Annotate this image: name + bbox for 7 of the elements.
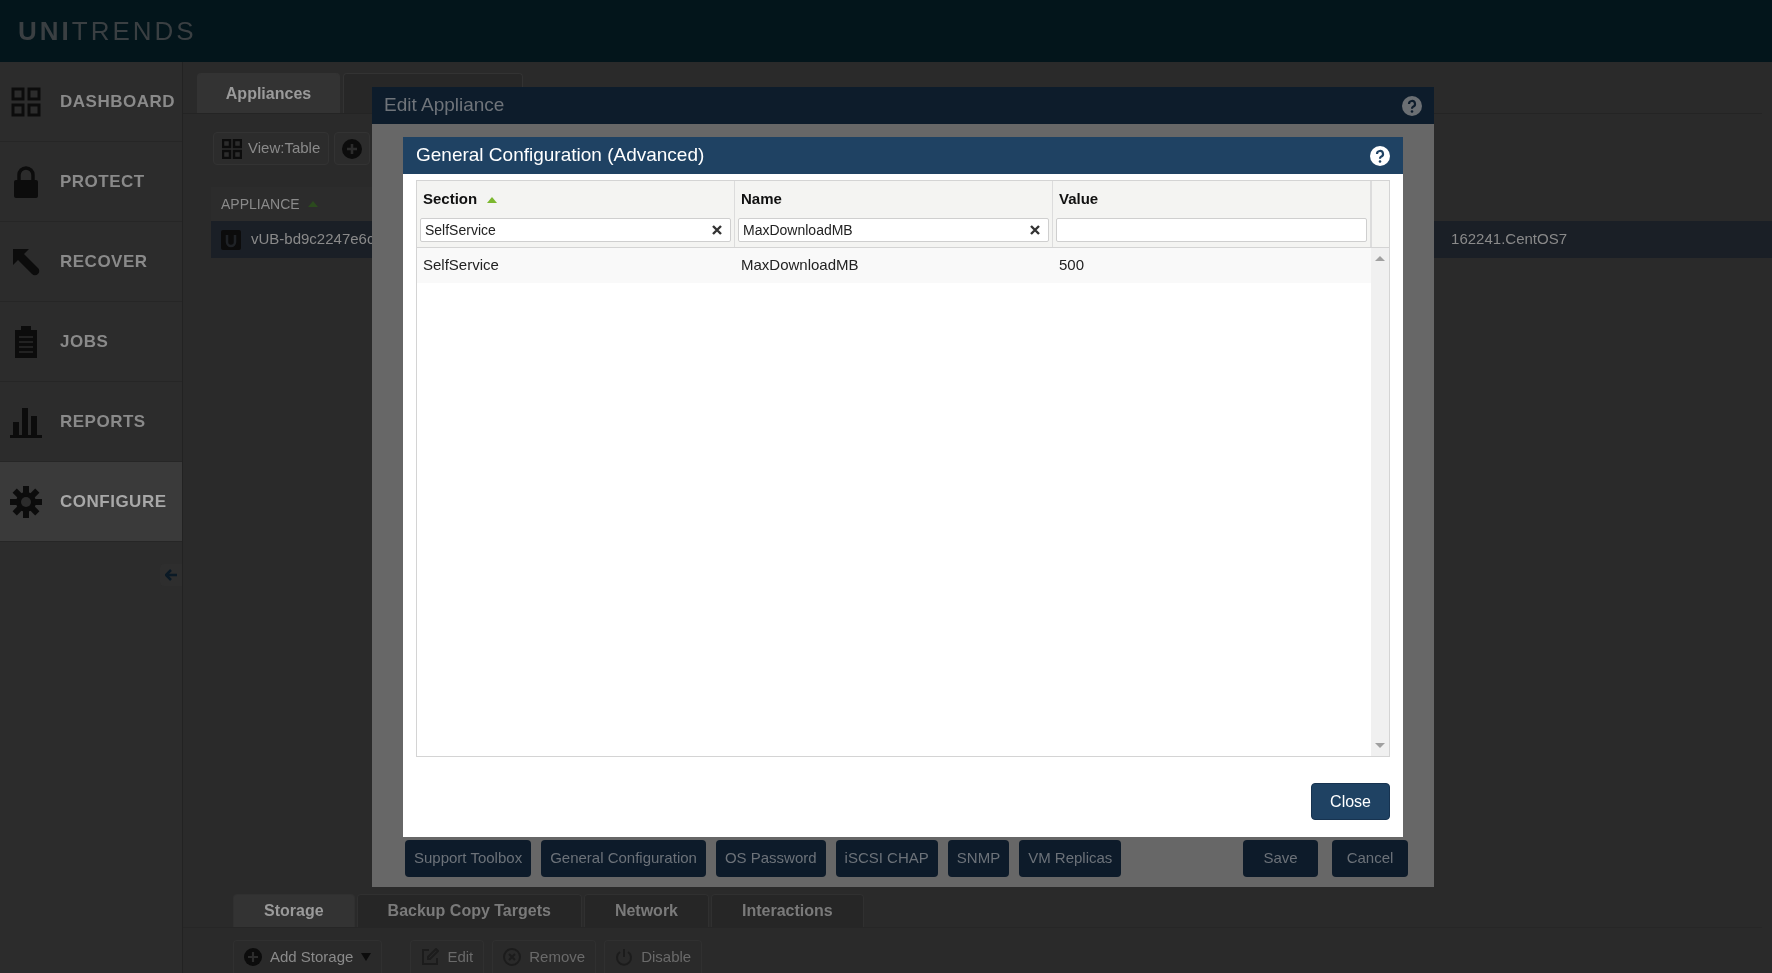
- appliance-name: 162241.CentOS7: [1451, 229, 1567, 250]
- appliance-name: vUB-bd9c2247e6c: [251, 229, 375, 250]
- table-cell-text: SelfService: [422, 255, 500, 276]
- dialog-title: Edit Appliance: [384, 93, 505, 118]
- table-cell-text: 500: [1058, 255, 1086, 276]
- dialog-title: General Configuration (Advanced): [416, 143, 705, 168]
- table-cell-text: MaxDownloadMB: [740, 255, 860, 276]
